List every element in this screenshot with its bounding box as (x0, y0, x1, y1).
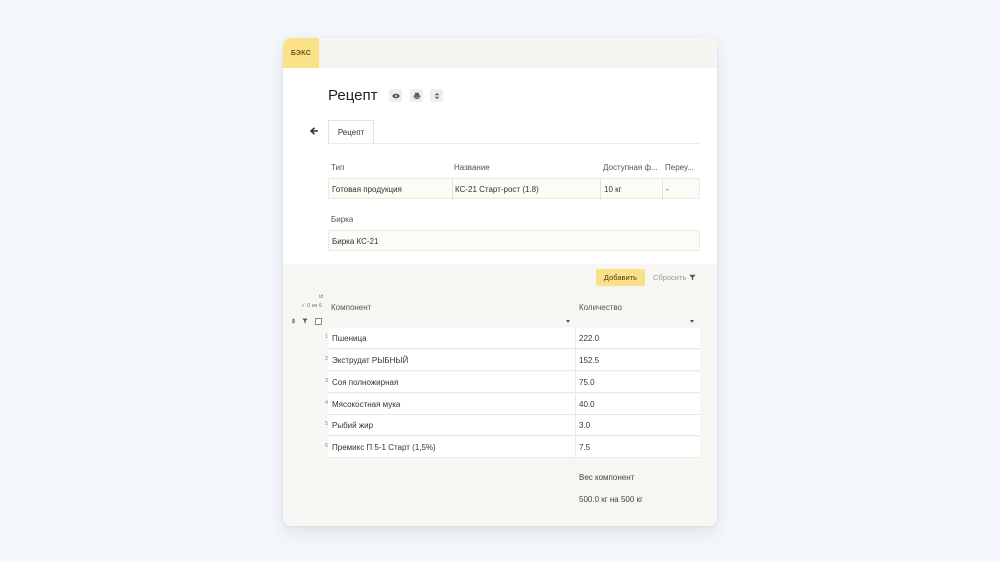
brand-logo[interactable]: БЭКС (283, 38, 319, 68)
divider (575, 437, 576, 458)
table-row[interactable]: 3 Соя полножирная 75.0 (325, 372, 700, 393)
cell-name: КС-21 Старт-рост (1.8) (455, 185, 539, 194)
table-row[interactable]: 2 Экструдат РЫБНЫЙ 152.5 (325, 350, 700, 371)
chevron-down-icon[interactable] (566, 320, 570, 323)
sort-icon[interactable] (291, 318, 296, 324)
row-id: 5 (324, 421, 328, 427)
print-button[interactable] (410, 89, 423, 102)
col-header-quantity[interactable]: Количество (579, 303, 622, 312)
row-quantity: 3.0 (579, 421, 591, 430)
view-button[interactable] (389, 89, 402, 102)
divider (575, 415, 576, 436)
row-id: 6 (324, 443, 328, 449)
add-button[interactable]: Добавить (596, 269, 645, 286)
table-row[interactable]: 1 Пшеница 222.0 (325, 328, 700, 349)
id-header[interactable]: id (319, 294, 323, 300)
reset-label: Сбросить (653, 273, 687, 282)
col-header-component[interactable]: Компонент (331, 303, 371, 312)
weight-label: Вес компонент (579, 473, 635, 482)
cell-type: Готовая продукция (332, 185, 402, 194)
table-row[interactable]: 4 Мясокостная мука 40.0 (325, 394, 700, 415)
row-id: 2 (324, 356, 328, 362)
table-row[interactable]: 6 Премикс П 5-1 Старт (1,5%) 7.5 (325, 437, 700, 458)
print-icon (413, 92, 420, 99)
row-quantity: 40.0 (579, 400, 595, 409)
divider (575, 350, 576, 371)
tab-divider (328, 143, 700, 144)
divider (575, 372, 576, 393)
tag-field: Бирка КС-21 (328, 230, 700, 251)
col-header-name[interactable]: Название (454, 163, 594, 172)
divider (452, 179, 453, 200)
col-header-available[interactable]: Доступная ф... (603, 163, 661, 172)
row-quantity: 7.5 (579, 443, 591, 452)
row-quantity: 75.0 (579, 378, 595, 387)
row-component: Мясокостная мука (332, 400, 401, 409)
select-count: ✓ 0 из 6 (301, 303, 322, 309)
page-title: Рецепт (328, 87, 378, 104)
filter-icon[interactable] (302, 318, 308, 324)
row-quantity: 152.5 (579, 356, 600, 365)
chevron-down-icon[interactable] (690, 320, 694, 323)
row-component: Пшеница (332, 334, 367, 343)
filter-icon (689, 274, 696, 281)
row-component: Экструдат РЫБНЫЙ (332, 356, 409, 365)
sort-button[interactable] (430, 89, 443, 102)
cell-extra: - (666, 185, 669, 194)
table-row[interactable]: 5 Рыбий жир 3.0 (325, 415, 700, 436)
cell-available: 10 кг (604, 185, 622, 194)
row-id: 1 (324, 334, 328, 340)
tag-label: Бирка (331, 215, 354, 224)
checkbox-icon[interactable] (315, 318, 322, 325)
row-id: 4 (324, 400, 328, 406)
top-bar: БЭКС (283, 38, 717, 68)
row-component: Рыбий жир (332, 421, 374, 430)
row-id: 3 (324, 378, 328, 384)
col-header-type[interactable]: Тип (331, 163, 441, 172)
divider (600, 179, 601, 200)
app-window: БЭКС Рецепт Рецепт Тип Название Доступна… (283, 38, 717, 526)
info-row: Готовая продукция КС-21 Старт-рост (1.8)… (328, 178, 700, 200)
row-component: Премикс П 5-1 Старт (1,5%) (332, 443, 436, 452)
weight-value: 500.0 кг на 500 кг (579, 495, 643, 504)
divider (662, 179, 663, 200)
col-header-extra[interactable]: Переу... (665, 163, 699, 172)
back-arrow-icon[interactable] (309, 126, 319, 136)
reset-filter-button[interactable]: Сбросить (653, 273, 696, 282)
tag-value: Бирка КС-21 (332, 237, 379, 246)
tab-recipe[interactable]: Рецепт (328, 120, 374, 144)
row-component: Соя полножирная (332, 378, 399, 387)
eye-icon (391, 93, 400, 98)
divider (575, 394, 576, 415)
row-quantity: 222.0 (579, 334, 600, 343)
divider (575, 328, 576, 349)
sort-icon (434, 92, 439, 99)
